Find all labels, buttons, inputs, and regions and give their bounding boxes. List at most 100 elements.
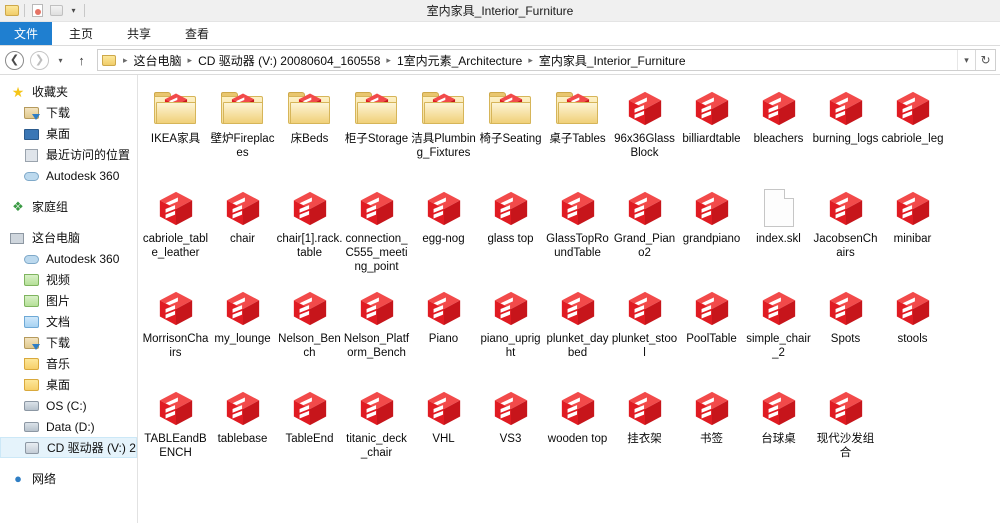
sidebar-item-label: 下载 [46,336,71,350]
sidebar-item-2-4[interactable]: 文档 [0,311,137,332]
file-list-pane[interactable]: IKEA家具 壁炉Fireplaces 床Beds 柜子Storage 洁具Plumbi… [138,75,1000,523]
folder-item[interactable]: 柜子Storage [343,81,410,181]
sidebar-item-2-1[interactable]: Autodesk 360 [0,248,137,269]
file-item[interactable]: TableEnd [276,381,343,481]
file-item[interactable]: MorrisonChairs [142,281,209,381]
file-item[interactable]: grandpiano [678,181,745,281]
file-name-label: TABLEandBENCH [144,433,207,459]
refresh-icon[interactable]: ↻ [975,50,995,70]
breadcrumb-item-this-pc[interactable]: 这台电脑 [133,52,183,69]
sidebar-item-0-4[interactable]: Autodesk 360 [0,165,137,186]
tab-home[interactable]: 主页 [52,22,110,45]
breadcrumb-item-current[interactable]: 室内家具_Interior_Furniture [538,52,687,69]
file-item[interactable]: egg-nog [410,181,477,281]
file-item[interactable]: 挂衣架 [611,381,678,481]
file-item[interactable]: billiardtable [678,81,745,181]
address-dropdown-caret-icon[interactable]: ▾ [957,50,975,70]
file-item[interactable]: JacobsenChairs [812,181,879,281]
recent-locations-button[interactable]: ▾ [52,48,69,73]
sidebar-item-2-3[interactable]: 图片 [0,290,137,311]
sidebar-item-2-7[interactable]: 桌面 [0,374,137,395]
folder-item[interactable]: 桌子Tables [544,81,611,181]
file-item[interactable]: glass top [477,181,544,281]
sidebar-item-0-0[interactable]: ★ 收藏夹 [0,81,137,102]
breadcrumb-item-architecture[interactable]: 1室内元素_Architecture [396,52,523,69]
file-item[interactable]: my_lounge [209,281,276,381]
file-item[interactable]: index.skl [745,181,812,281]
file-name-label: grandpiano [682,233,741,245]
file-name-label: simple_chair_2 [746,333,811,359]
folder-icon [353,87,401,129]
folder-item[interactable]: 壁炉Fireplaces [209,81,276,181]
file-item[interactable]: Nelson_Bench [276,281,343,381]
sidebar-item-0-3[interactable]: 最近访问的位置 [0,144,137,165]
properties-icon[interactable] [29,2,46,19]
file-item[interactable]: simple_chair_2 [745,281,812,381]
breadcrumb-item-cd-drive[interactable]: CD 驱动器 (V:) 20080604_160558 [197,52,381,69]
breadcrumb[interactable]: ▸ 这台电脑 ▸ CD 驱动器 (V:) 20080604_160558 ▸ 1… [98,52,957,69]
sidebar-item-2-9[interactable]: Data (D:) [0,416,137,437]
file-item[interactable]: GlassTopRoundTable [544,181,611,281]
sidebar-item-2-6[interactable]: 音乐 [0,353,137,374]
sidebar-item-0-1[interactable]: 下载 [0,102,137,123]
recent-places-icon [24,147,40,163]
file-item[interactable]: Spots [812,281,879,381]
back-button[interactable]: ❮ [2,48,27,73]
customize-toolbar-caret-icon[interactable]: ▾ [67,6,80,15]
up-button[interactable]: ↑ [69,48,94,73]
file-item[interactable]: plunket_daybed [544,281,611,381]
file-item[interactable]: Grand_Piano2 [611,181,678,281]
file-item[interactable]: Nelson_Platform_Bench [343,281,410,381]
file-item[interactable]: chair [209,181,276,281]
file-item[interactable]: 书签 [678,381,745,481]
sketchup-file-icon [353,287,401,329]
quick-access-toolbar[interactable]: ▾ [0,2,87,19]
file-item[interactable]: 96x36GlassBlock [611,81,678,181]
sidebar-item-2-0[interactable]: 这台电脑 [0,227,137,248]
file-item[interactable]: 现代沙发组合 [812,381,879,481]
file-item[interactable]: chair[1].rack.table [276,181,343,281]
sidebar-item-2-5[interactable]: 下载 [0,332,137,353]
sidebar-item-2-10[interactable]: CD 驱动器 (V:) 200 [0,437,137,458]
sidebar-item-3-0[interactable]: ● 网络 [0,468,137,489]
file-item[interactable]: VS3 [477,381,544,481]
tab-share[interactable]: 共享 [110,22,168,45]
tab-file[interactable]: 文件 [0,22,52,45]
folder-icon[interactable] [3,2,20,19]
file-item[interactable]: burning_logs [812,81,879,181]
file-item[interactable]: Piano [410,281,477,381]
file-item[interactable]: minibar [879,181,946,281]
file-item[interactable]: cabriole_table_leather [142,181,209,281]
desktop-folder-icon [24,377,40,393]
file-item[interactable]: tablebase [209,381,276,481]
folder-item[interactable]: 椅子Seating [477,81,544,181]
folder-item[interactable]: IKEA家具 [142,81,209,181]
downloads-folder-icon [24,105,40,121]
file-item[interactable]: piano_upright [477,281,544,381]
file-item[interactable]: VHL [410,381,477,481]
tab-view[interactable]: 查看 [168,22,226,45]
file-item[interactable]: connection_C555_meeting_point [343,181,410,281]
sidebar-item-1-0[interactable]: ❖ 家庭组 [0,196,137,217]
file-item[interactable]: cabriole_leg [879,81,946,181]
file-item[interactable]: 台球桌 [745,381,812,481]
folder-item[interactable]: 洁具Plumbing_Fixtures [410,81,477,181]
file-item[interactable]: titanic_deck_chair [343,381,410,481]
sidebar-item-2-2[interactable]: 视频 [0,269,137,290]
sidebar-item-0-2[interactable]: 桌面 [0,123,137,144]
file-item[interactable]: wooden top [544,381,611,481]
folder-item[interactable]: 床Beds [276,81,343,181]
file-item[interactable]: plunket_stool [611,281,678,381]
new-folder-icon[interactable] [48,2,65,19]
file-item[interactable]: stools [879,281,946,381]
forward-button[interactable]: ❯ [27,48,52,73]
file-item[interactable]: TABLEandBENCH [142,381,209,481]
sidebar-item-label: Data (D:) [46,419,95,434]
navigation-pane[interactable]: ★ 收藏夹 下载 桌面 最近访问的位置 Autodesk 360 ❖ 家庭组 这台电脑 Autod… [0,75,138,523]
sidebar-item-2-8[interactable]: OS (C:) [0,395,137,416]
file-name-label: 洁具Plumbing_Fixtures [411,133,476,159]
file-item[interactable]: bleachers [745,81,812,181]
file-item[interactable]: PoolTable [678,281,745,381]
address-bar[interactable]: ▸ 这台电脑 ▸ CD 驱动器 (V:) 20080604_160558 ▸ 1… [97,49,996,71]
